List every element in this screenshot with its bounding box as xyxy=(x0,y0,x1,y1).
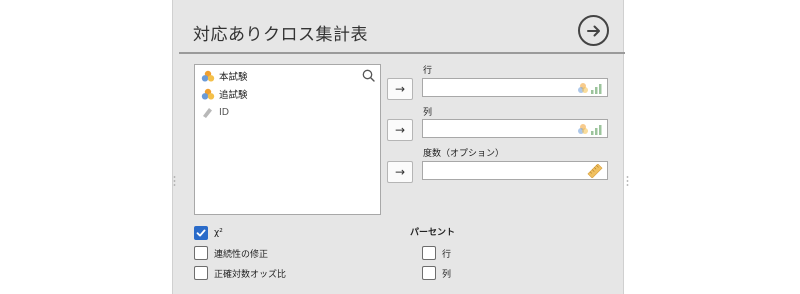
search-icon[interactable] xyxy=(362,69,375,82)
counts-target[interactable] xyxy=(422,161,608,180)
continuity-option[interactable]: 連続性の修正 xyxy=(194,246,268,260)
variable-item-tsuishiken[interactable]: 追試験 xyxy=(201,86,248,102)
columns-label: 列 xyxy=(423,108,433,118)
move-to-columns-button[interactable]: → xyxy=(387,119,413,141)
row-percent-label: 行 xyxy=(442,249,452,260)
check-icon xyxy=(196,229,206,237)
nominal-icon xyxy=(201,88,215,100)
chi2-label: χ² xyxy=(214,228,223,238)
scale-ruler-icon xyxy=(587,164,603,178)
continuity-checkbox[interactable] xyxy=(194,246,208,260)
panel-header: 対応ありクロス集計表 xyxy=(173,0,625,52)
move-to-rows-button[interactable]: → xyxy=(387,78,413,100)
chi2-checkbox[interactable] xyxy=(194,226,208,240)
variable-label: 本試験 xyxy=(219,72,248,83)
page-title: 対応ありクロス集計表 xyxy=(193,25,368,45)
column-percent-label: 列 xyxy=(442,269,452,280)
header-divider xyxy=(179,52,625,54)
variable-list[interactable]: 本試験 追試験 ID xyxy=(194,64,381,215)
log-odds-label: 正確対数オッズ比 xyxy=(214,269,287,280)
rows-label: 行 xyxy=(423,66,433,76)
continuity-label: 連続性の修正 xyxy=(214,249,269,260)
nominal-icon xyxy=(201,70,215,82)
log-odds-option[interactable]: 正確対数オッズ比 xyxy=(194,266,286,280)
variable-item-id[interactable]: ID xyxy=(201,104,229,120)
id-icon xyxy=(203,108,212,118)
variable-label: ID xyxy=(219,106,230,118)
column-percent-checkbox[interactable] xyxy=(422,266,436,280)
analysis-panel: 対応ありクロス集計表 本試験 追試験 ID → 行 → 列 → 度数（オプション… xyxy=(172,0,625,294)
move-to-counts-button[interactable]: → xyxy=(387,161,413,183)
log-odds-checkbox[interactable] xyxy=(194,266,208,280)
rows-target[interactable] xyxy=(422,78,608,97)
row-percent-option[interactable]: 行 xyxy=(422,246,451,260)
columns-target[interactable] xyxy=(422,119,608,138)
right-resize-handle[interactable] xyxy=(626,175,629,187)
column-percent-option[interactable]: 列 xyxy=(422,266,451,280)
left-resize-handle[interactable] xyxy=(173,175,176,187)
chi2-option[interactable]: χ² xyxy=(194,226,223,240)
nominal-ordinal-icon xyxy=(578,83,602,94)
percentages-heading: パーセント xyxy=(410,228,456,238)
arrow-right-circle-icon[interactable] xyxy=(578,15,609,46)
variable-label: 追試験 xyxy=(219,90,248,101)
variable-item-honshiken[interactable]: 本試験 xyxy=(201,68,248,84)
row-percent-checkbox[interactable] xyxy=(422,246,436,260)
counts-label: 度数（オプション） xyxy=(423,149,505,159)
nominal-ordinal-icon xyxy=(578,124,602,135)
